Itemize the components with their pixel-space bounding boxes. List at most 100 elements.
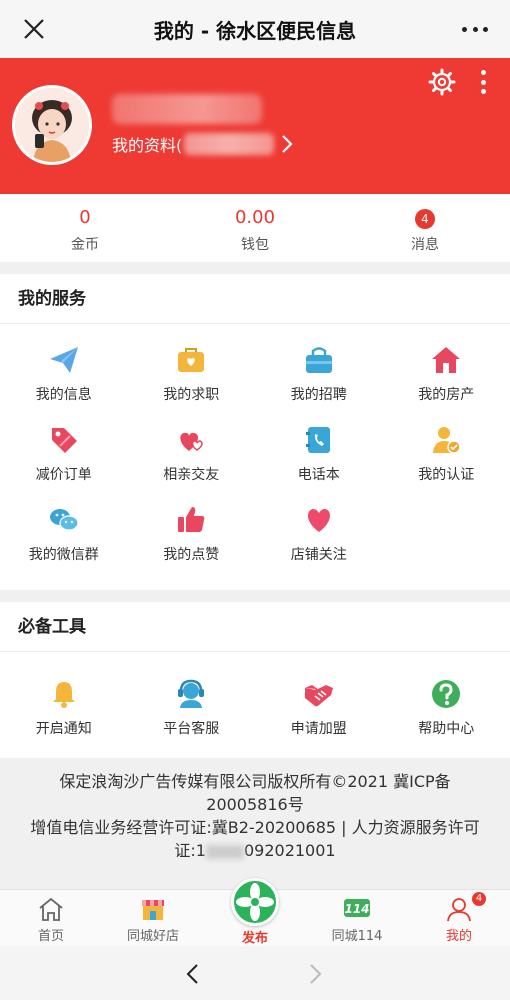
svg-text:114: 114 <box>344 902 369 916</box>
phonebook-icon <box>305 427 330 453</box>
license-line: 增值电信业务经营许可证:冀B2-20200685 | 人力资源服务许可证:1 09… <box>22 816 488 862</box>
shopping-bag-icon <box>305 347 332 373</box>
top-nav-bar: 我的 - 徐水区便民信息 <box>0 0 510 58</box>
gear-icon[interactable] <box>428 68 456 96</box>
service-phonebook[interactable]: 电话本 <box>255 418 383 498</box>
service-my-recruitment[interactable]: 我的招聘 <box>255 338 383 418</box>
publish-fan-icon <box>236 883 274 921</box>
paper-plane-icon <box>49 347 78 373</box>
service-label: 相亲交友 <box>163 467 220 483</box>
back-arrow-icon[interactable] <box>184 963 200 985</box>
user-icon <box>447 898 471 922</box>
my-profile-label: 我的资料( <box>112 136 183 155</box>
tool-label: 申请加盟 <box>290 721 347 737</box>
profile-header: 我的资料( <box>0 58 510 194</box>
essential-tools-section: 必备工具 开启通知 平台客服 申请加盟 帮助中心 <box>0 602 510 758</box>
hearts-icon <box>180 432 203 451</box>
messages-label: 消息 <box>411 237 439 253</box>
handshake-icon <box>304 685 333 707</box>
blurred-username <box>112 94 262 124</box>
avatar[interactable] <box>12 85 92 165</box>
tool-enable-notifications[interactable]: 开启通知 <box>0 672 128 752</box>
tab-mine-badge: 4 <box>472 892 486 906</box>
home-icon <box>39 897 63 921</box>
service-my-info[interactable]: 我的信息 <box>0 338 128 418</box>
service-store-follow[interactable]: 店铺关注 <box>255 498 383 578</box>
messages-stat[interactable]: 4 消息 <box>340 194 510 262</box>
heart-icon <box>307 509 330 532</box>
account-stats: 0 金币 0.00 钱包 4 消息 <box>0 194 510 262</box>
tool-label: 开启通知 <box>35 721 92 737</box>
chevron-right-icon <box>282 135 293 153</box>
tab-label: 我的 <box>445 929 472 944</box>
tab-local-114[interactable]: 114 同城114 <box>306 890 408 946</box>
service-label: 我的点赞 <box>163 547 220 563</box>
wallet-label: 钱包 <box>241 237 269 253</box>
tab-mine[interactable]: 4 我的 <box>408 890 510 946</box>
publish-button[interactable] <box>231 878 279 926</box>
tab-publish[interactable]: 发布 <box>204 878 306 946</box>
service-my-verification[interactable]: 我的认证 <box>383 418 510 498</box>
tool-help-center[interactable]: 帮助中心 <box>383 672 510 752</box>
tab-label: 发布 <box>241 931 268 946</box>
tool-label: 帮助中心 <box>418 721 475 737</box>
coins-stat[interactable]: 0 金币 <box>0 194 170 262</box>
verified-user-icon <box>433 427 461 454</box>
more-options-icon[interactable] <box>480 70 486 94</box>
bottom-tab-bar: 首页 同城好店 发布 114 同城114 4 我的 <box>0 878 510 946</box>
tool-label: 平台客服 <box>163 721 220 737</box>
coins-value: 0 <box>79 207 91 228</box>
tool-apply-franchise[interactable]: 申请加盟 <box>255 672 383 752</box>
my-profile-link[interactable]: 我的资料( <box>112 132 294 156</box>
service-label: 店铺关注 <box>290 547 347 563</box>
service-label: 减价订单 <box>35 467 92 483</box>
service-label: 电话本 <box>297 467 340 483</box>
page-title: 我的 - 徐水区便民信息 <box>153 18 357 43</box>
more-menu-icon[interactable] <box>462 27 488 33</box>
wallet-value: 0.00 <box>234 207 276 228</box>
bell-icon <box>52 682 75 708</box>
copyright-footer: 保定浪淘沙广告传媒有限公司版权所有©2021 冀ICP备20005816号 增值… <box>0 770 510 862</box>
thumbs-up-icon <box>178 507 205 532</box>
blurred-license-digits <box>205 844 244 859</box>
service-my-property[interactable]: 我的房产 <box>383 338 510 418</box>
service-label: 我的信息 <box>35 387 92 403</box>
section-title: 必备工具 <box>0 602 510 652</box>
service-my-likes[interactable]: 我的点赞 <box>128 498 256 578</box>
close-icon[interactable] <box>22 17 46 41</box>
directory-114-icon: 114 <box>344 899 370 917</box>
forward-arrow-icon[interactable] <box>308 963 324 985</box>
tab-local-stores[interactable]: 同城好店 <box>102 890 204 946</box>
my-services-section: 我的服务 我的信息 我的求职 我的招聘 我的房产 减价订单 相亲交友 电话本 我… <box>0 274 510 590</box>
blurred-user-id <box>184 133 275 155</box>
messages-badge: 4 <box>415 209 435 229</box>
price-tag-icon <box>51 428 77 453</box>
section-title: 我的服务 <box>0 274 510 324</box>
service-label: 我的微信群 <box>28 547 99 563</box>
house-icon <box>432 347 461 373</box>
service-discount-orders[interactable]: 减价订单 <box>0 418 128 498</box>
wallet-stat[interactable]: 0.00 钱包 <box>170 194 340 262</box>
tool-customer-service[interactable]: 平台客服 <box>128 672 256 752</box>
service-dating[interactable]: 相亲交友 <box>128 418 256 498</box>
wechat-icon <box>49 509 79 531</box>
browser-nav-bar <box>0 946 510 1000</box>
headset-icon <box>178 679 205 708</box>
tab-home[interactable]: 首页 <box>0 890 102 946</box>
tab-label: 同城好店 <box>126 929 179 944</box>
service-label: 我的招聘 <box>290 387 347 403</box>
question-icon <box>432 680 461 708</box>
store-icon <box>142 900 164 920</box>
service-label: 我的认证 <box>418 467 475 483</box>
avatar-illustration <box>15 88 89 162</box>
copyright-line: 保定浪淘沙广告传媒有限公司版权所有©2021 冀ICP备20005816号 <box>59 772 451 814</box>
tab-label: 首页 <box>37 929 64 944</box>
coins-label: 金币 <box>71 237 99 253</box>
service-my-wechat-groups[interactable]: 我的微信群 <box>0 498 128 578</box>
briefcase-heart-icon <box>178 348 205 372</box>
tab-label: 同城114 <box>331 929 383 944</box>
service-label: 我的求职 <box>163 387 220 403</box>
license-text-end: 092021001 <box>243 841 336 860</box>
service-my-job-search[interactable]: 我的求职 <box>128 338 256 418</box>
service-label: 我的房产 <box>418 387 475 403</box>
